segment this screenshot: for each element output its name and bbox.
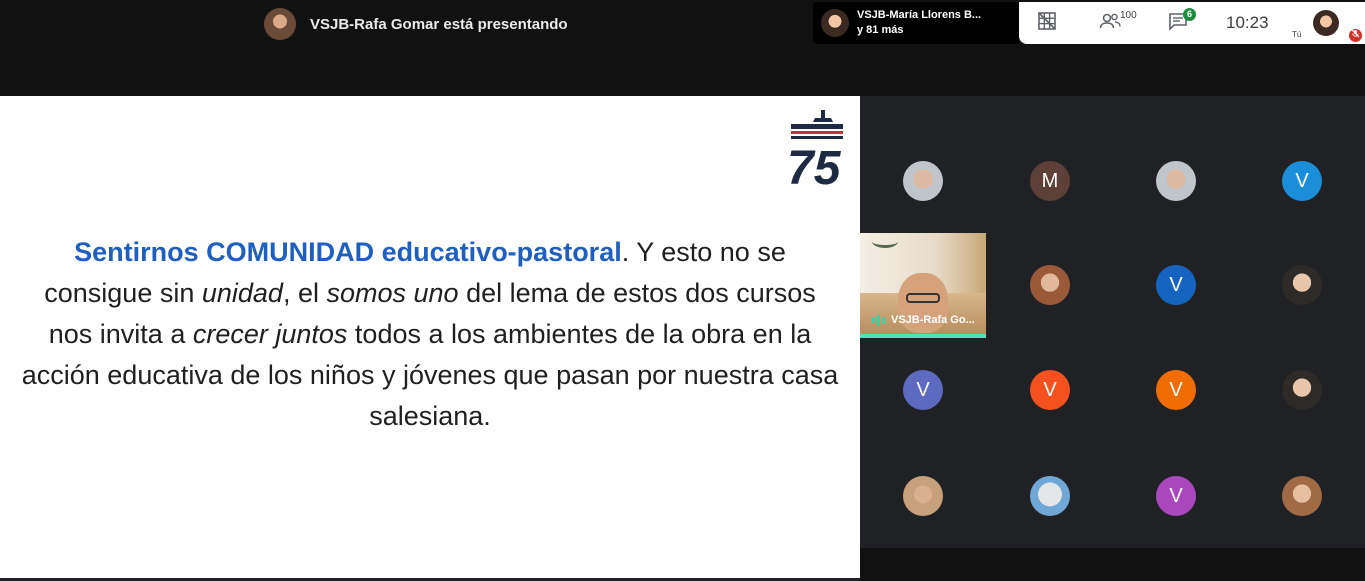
- participant-avatar[interactable]: V: [903, 370, 943, 410]
- participant-avatar[interactable]: V: [1282, 161, 1322, 201]
- meeting-controls: 100 6 10:23 Tú: [1019, 2, 1365, 44]
- pip-avatar: [821, 9, 849, 37]
- participant-avatar[interactable]: [903, 476, 943, 516]
- self-label: Tú: [1292, 30, 1302, 39]
- slide-text-italic: unidad: [201, 278, 283, 308]
- slide-text-highlight: Sentirnos COMUNIDAD educativo-pastoral: [74, 237, 622, 267]
- presentation-slide: 75 Sentirnos COMUNIDAD educativo-pastora…: [0, 96, 860, 578]
- picture-in-picture-participants[interactable]: VSJB-María Llorens B... y 81 más: [813, 2, 1019, 44]
- participant-avatar[interactable]: [1030, 265, 1070, 305]
- participant-avatar[interactable]: V: [1156, 265, 1196, 305]
- participant-avatar[interactable]: [1282, 265, 1322, 305]
- participant-avatar[interactable]: [903, 161, 943, 201]
- participant-initial: V: [1169, 484, 1183, 507]
- presenter-banner: VSJB-Rafa Gomar está presentando: [264, 8, 568, 40]
- participant-initial: V: [1169, 273, 1183, 296]
- layout-grid-icon[interactable]: [1037, 11, 1057, 36]
- participant-avatar[interactable]: V: [1030, 370, 1070, 410]
- chat-badge: 6: [1183, 8, 1196, 21]
- anniversary-logo-icon: 75: [785, 108, 849, 195]
- slide-text-italic: somos uno: [326, 278, 459, 308]
- participant-initial: V: [916, 378, 930, 401]
- clock: 10:23: [1226, 13, 1269, 32]
- participant-avatar[interactable]: [1156, 161, 1196, 201]
- slide-text-part: , el: [282, 278, 327, 308]
- self-avatar[interactable]: [1313, 10, 1339, 36]
- people-count: 100: [1120, 10, 1137, 21]
- active-speaker-video[interactable]: VSJB-Rafa Go...: [860, 233, 986, 338]
- participant-initial: V: [1169, 378, 1183, 401]
- logo-number: 75: [787, 142, 842, 188]
- audio-level-icon: [872, 314, 885, 326]
- slide-text-italic: crecer juntos: [192, 319, 348, 349]
- participant-avatar[interactable]: [1282, 476, 1322, 516]
- presenter-label: VSJB-Rafa Gomar está presentando: [310, 15, 568, 33]
- active-speaker-border: [860, 334, 986, 338]
- people-icon[interactable]: [1099, 11, 1121, 36]
- participant-initial: V: [1043, 378, 1057, 401]
- video-speaker-name: VSJB-Rafa Go...: [891, 314, 975, 326]
- participant-initial: V: [1295, 169, 1309, 192]
- participant-avatar[interactable]: M: [1030, 161, 1070, 201]
- video-wreath: [872, 235, 898, 248]
- participant-avatar[interactable]: [1030, 476, 1070, 516]
- video-glasses: [906, 293, 940, 303]
- pip-name: VSJB-María Llorens B...: [857, 9, 982, 21]
- participant-avatar[interactable]: V: [1156, 370, 1196, 410]
- bottom-bar: [860, 548, 1365, 581]
- participant-initial: M: [1041, 169, 1059, 192]
- participant-avatar[interactable]: [1282, 370, 1322, 410]
- slide-body-text: Sentirnos COMUNIDAD educativo-pastoral. …: [20, 232, 840, 437]
- pip-others: y 81 más: [857, 24, 904, 36]
- participant-avatar[interactable]: V: [1156, 476, 1196, 516]
- mic-off-icon: [1349, 29, 1362, 42]
- presenter-avatar: [264, 8, 296, 40]
